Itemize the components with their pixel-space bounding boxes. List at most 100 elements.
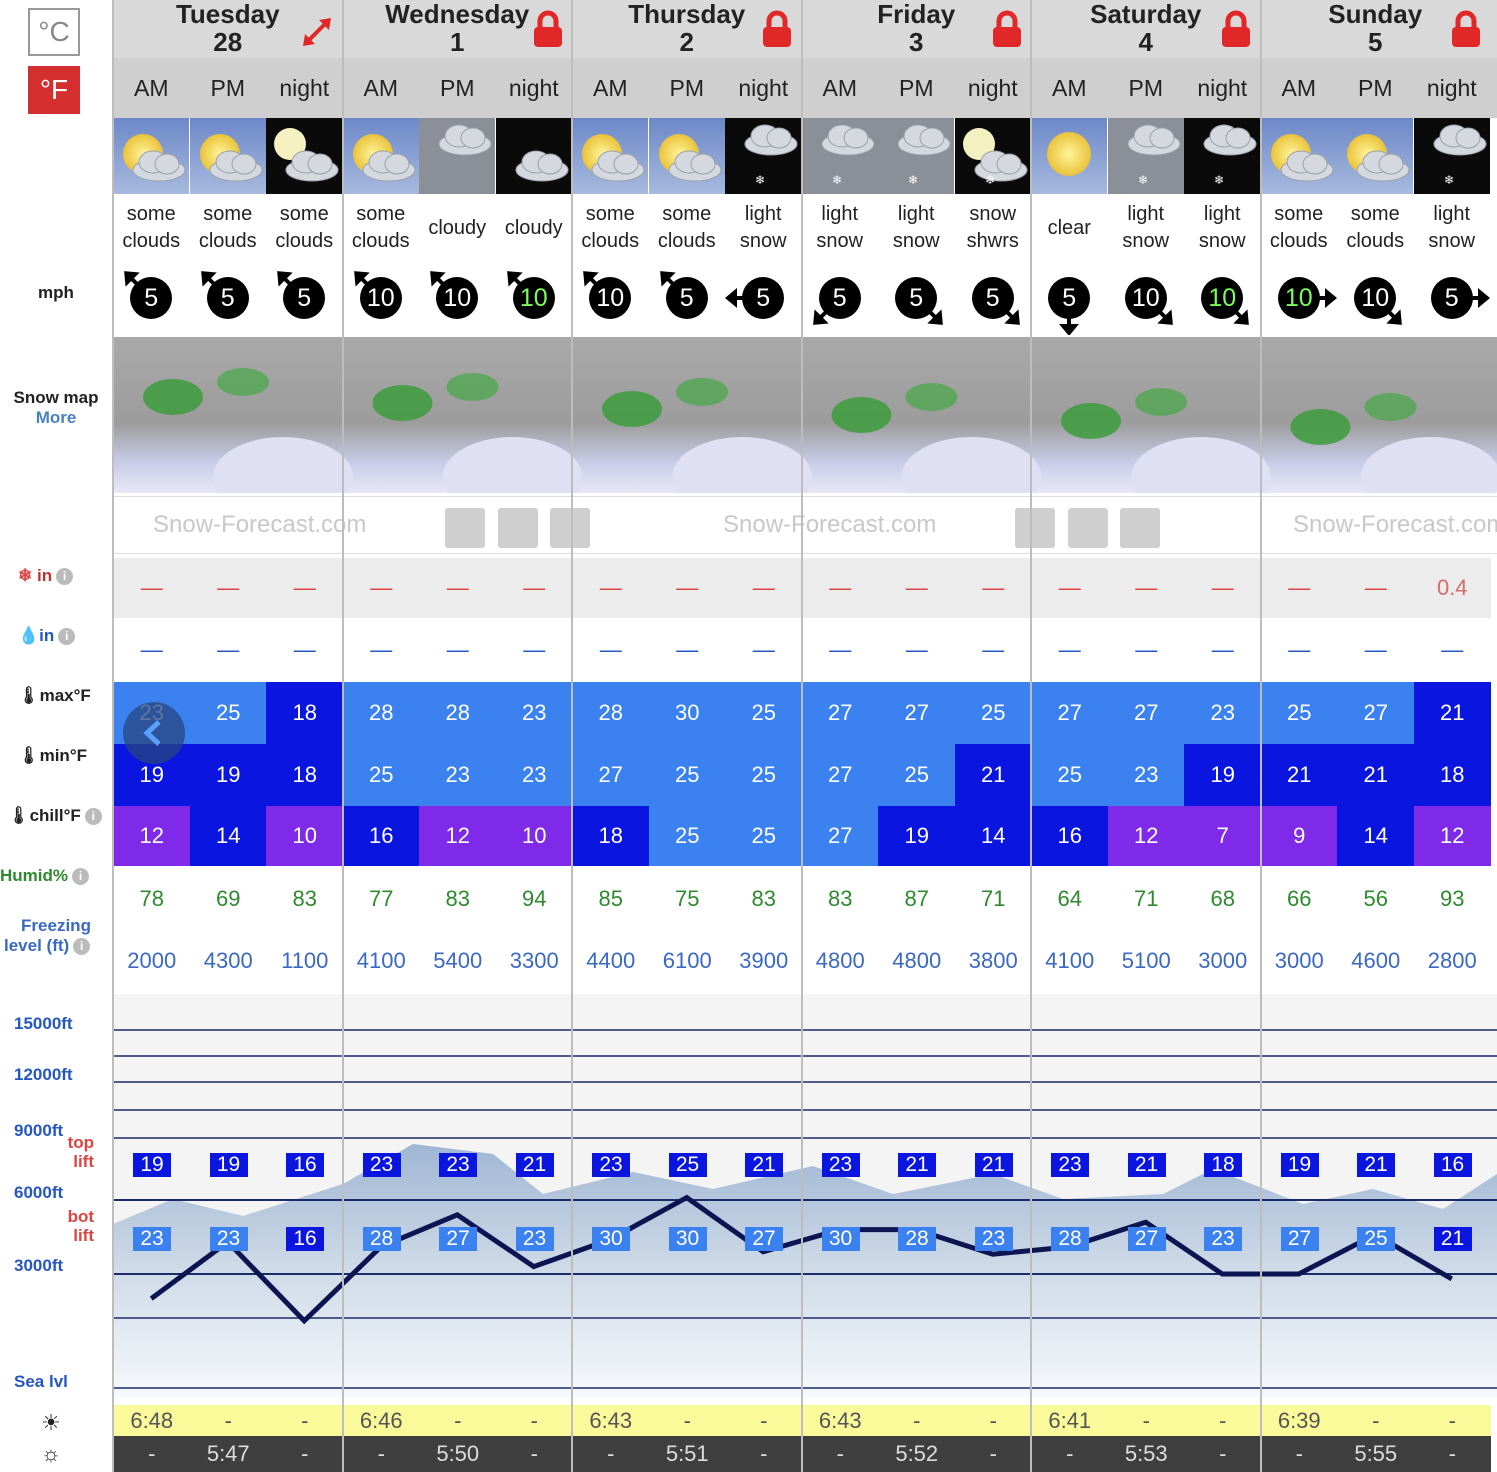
info-icon[interactable]: i — [58, 628, 76, 646]
weather-line-1: light — [1433, 203, 1471, 225]
chill-value: 12 — [1413, 806, 1491, 866]
max-value: 25 — [1260, 682, 1338, 744]
sun-clouds-icon — [342, 118, 420, 195]
rain-value: — — [419, 620, 497, 680]
lock-icon[interactable] — [1449, 10, 1483, 48]
freeze-value: 4100 — [1031, 930, 1109, 992]
weather-line-2: clouds — [1269, 230, 1328, 252]
moon-snow-icon: ❄ — [954, 118, 1032, 195]
min-value: 27 — [801, 744, 879, 806]
snow-value: — — [113, 558, 191, 618]
lock-icon[interactable] — [531, 10, 565, 48]
map-layer-icon[interactable] — [445, 508, 485, 548]
min-value: 25 — [1031, 744, 1109, 806]
snow-map-more-link[interactable]: More — [0, 408, 112, 428]
map-layer-icon[interactable] — [1015, 508, 1055, 548]
max-value: 25 — [189, 682, 267, 744]
sunset-time: - — [1260, 1436, 1338, 1472]
svg-text:❄: ❄ — [908, 173, 918, 187]
humid-value: 75 — [648, 868, 726, 930]
chevron-left-icon — [143, 720, 161, 746]
info-icon[interactable]: i — [73, 938, 91, 956]
top-lift-temp: 16 — [1433, 1153, 1472, 1177]
info-icon[interactable]: i — [84, 808, 102, 826]
snow-value: — — [1337, 558, 1415, 618]
sunset-time: 5:47 — [189, 1436, 267, 1472]
sunset-icon: ☼ — [40, 1441, 62, 1466]
freezing-level-label-1: Freezing — [21, 916, 91, 935]
weather-description: some clouds — [1337, 197, 1414, 259]
weather-line-2: clouds — [351, 230, 410, 252]
humid-value: 93 — [1413, 868, 1491, 930]
map-layer-icon[interactable] — [1068, 508, 1108, 548]
bot-lift-temp: 28 — [362, 1227, 401, 1251]
wind-speed: 5 — [1444, 284, 1459, 312]
lock-icon[interactable] — [760, 10, 794, 48]
freeze-value: 4400 — [572, 930, 650, 992]
celsius-button[interactable]: °C — [28, 8, 80, 56]
rain-value: — — [495, 620, 573, 680]
snow-map[interactable] — [113, 337, 1497, 493]
lock-icon[interactable] — [1219, 10, 1253, 48]
top-lift-temp: 19 — [209, 1153, 248, 1177]
sunrise-time: - — [419, 1405, 497, 1436]
chill-value: 12 — [113, 806, 191, 866]
max-value: 27 — [1107, 682, 1185, 744]
freeze-value: 5100 — [1107, 930, 1185, 992]
map-layer-icon[interactable] — [550, 508, 590, 548]
humid-value: 64 — [1031, 868, 1109, 930]
freeze-value: 4300 — [189, 930, 267, 992]
sunset-time: - — [495, 1436, 573, 1472]
info-icon[interactable]: i — [56, 568, 74, 586]
snow-value: — — [419, 558, 497, 618]
top-lift-temp: 21 — [1357, 1153, 1395, 1177]
top-lift-temp: 19 — [1280, 1153, 1319, 1177]
wind-speed: 5 — [220, 284, 235, 312]
freezing-level-label-2: level (ft) i — [0, 936, 112, 956]
weather-line-2: clouds — [581, 230, 640, 252]
bot-lift-temp: 16 — [286, 1227, 324, 1251]
sunset-time: - — [266, 1436, 344, 1472]
map-layer-icon[interactable] — [1120, 508, 1160, 548]
weather-line-2: clouds — [1346, 230, 1405, 252]
weather-description: some clouds — [113, 197, 190, 259]
snow-value: — — [1260, 558, 1338, 618]
snow-value: — — [954, 558, 1032, 618]
sunset-time: - — [1031, 1436, 1109, 1472]
freeze-value: 5400 — [419, 930, 497, 992]
grid-left-border — [112, 0, 114, 1472]
weather-description: some clouds — [1261, 197, 1338, 259]
period-label: AM — [1281, 74, 1317, 101]
weather-line-2: snow — [1198, 230, 1246, 252]
map-layer-icon[interactable] — [498, 508, 538, 548]
sunrise-time: - — [954, 1405, 1032, 1436]
min-temp-label: 🌡min°F — [18, 746, 87, 765]
weather-line-1: light — [744, 203, 782, 225]
weather-description: light snow — [878, 197, 955, 259]
info-icon[interactable]: i — [72, 868, 89, 886]
min-value: 25 — [342, 744, 420, 806]
weather-line-1: light — [821, 203, 859, 225]
rain-value: — — [878, 620, 956, 680]
max-value: 23 — [1184, 682, 1262, 744]
max-value: 28 — [419, 682, 497, 744]
day-divider — [571, 0, 573, 1472]
weather-line-1: clear — [1047, 216, 1091, 239]
top-lift-temp: 21 — [745, 1153, 783, 1177]
period-label: AM — [822, 74, 858, 101]
altitude-15000-label: 15000ft — [14, 1014, 73, 1033]
fahrenheit-button[interactable]: °F — [28, 66, 80, 114]
humid-value: 71 — [954, 868, 1032, 930]
chill-value: 12 — [419, 806, 497, 866]
rain-value: — — [801, 620, 879, 680]
chill-value: 10 — [495, 806, 573, 866]
sunset-time: - — [1184, 1436, 1262, 1472]
sunrise-time: - — [648, 1405, 726, 1436]
rain-value: — — [1337, 620, 1415, 680]
weather-line-1: some — [662, 203, 712, 225]
scroll-left-button[interactable] — [123, 702, 185, 764]
lock-icon[interactable] — [990, 10, 1024, 48]
expand-icon[interactable] — [299, 14, 335, 50]
weather-description: cloudy — [419, 197, 496, 259]
period-label: PM — [1358, 74, 1393, 101]
